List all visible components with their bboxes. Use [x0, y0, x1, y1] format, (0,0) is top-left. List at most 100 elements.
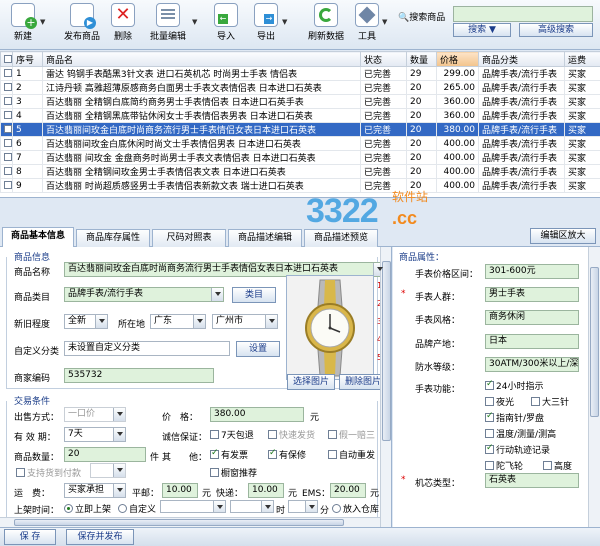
table-row[interactable]: 9 百达翡丽 时尚超质感竖男士手表情侣表新款文表 瑞士进口石英表 已完善 20 400.… — [0, 178, 600, 193]
table-row[interactable]: 6 百达翡丽间玫金白底休闲时尚文士手表情侣男表 日本进口石英表 已完善 20 400.0… — [0, 136, 600, 151]
set-cat-button[interactable]: 设置 — [236, 341, 280, 357]
listing-hour-select[interactable] — [230, 500, 274, 513]
search-input[interactable] — [453, 6, 593, 22]
tab-size-chart[interactable]: 尺码对照表 — [152, 229, 226, 247]
right-panel-scrollbar[interactable] — [588, 247, 600, 527]
table-row[interactable]: 4 百达翡丽 全精钢黑底带钻休闲女士手表情侣表男表 日本进口石英表 已完善 20 360… — [0, 108, 600, 123]
header-no[interactable]: 序号 — [12, 51, 43, 67]
func-checkbox[interactable]: 温度/测量/测高 — [485, 427, 556, 440]
tools-dropdown-icon[interactable]: ▼ — [382, 18, 387, 26]
invoice-checkbox[interactable]: 有发票 — [210, 448, 248, 461]
header-status[interactable]: 状态 — [360, 51, 407, 67]
qty-input[interactable]: 20 — [64, 447, 146, 462]
delete-button[interactable]: ✕ 删除 — [108, 3, 138, 42]
table-row[interactable]: 2 江诗丹顿 高雅超薄原感商务白面男士手表文表情侣表 日本进口石英表 已完善 20 26… — [0, 80, 600, 95]
seven-day-return-checkbox[interactable]: 7天包退 — [210, 428, 254, 441]
func-checkbox[interactable]: 高度 — [543, 459, 572, 472]
listing-warehouse-radio[interactable]: 放入仓库 — [332, 502, 379, 515]
tab-basic-info[interactable]: 商品基本信息 — [2, 227, 74, 248]
table-row[interactable]: 7 百达翡丽 间玫金 金盘商务时尚男士手表文表情侣表 日本进口石英表 已完善 20 40… — [0, 150, 600, 165]
cod-select[interactable] — [90, 463, 126, 478]
style-input[interactable]: 商务休闲 — [485, 310, 579, 325]
table-row[interactable]: 8 百达翡丽 全精钢间玫金男士手表情侣表文表 日本进口石英表 已完善 20 400.00… — [0, 164, 600, 179]
row-checkbox[interactable] — [0, 94, 13, 109]
price-range-input[interactable]: 301-600元 — [485, 264, 579, 279]
table-row[interactable]: 3 百达翡丽 全精钢白底简约商务男士手表情侣表 日本进口石英手表 已完善 20 360.… — [0, 94, 600, 109]
row-checkbox[interactable] — [0, 122, 13, 137]
func-checkbox[interactable]: 行动轨迹记录 — [485, 443, 550, 456]
warranty-checkbox[interactable]: 有保修 — [268, 448, 306, 461]
sale-type-select[interactable]: 一口价 — [64, 407, 126, 422]
fake-one-checkbox[interactable]: 假一赔三 — [328, 428, 375, 441]
batch-dropdown-icon[interactable]: ▼ — [192, 18, 197, 26]
category-select[interactable]: 品牌手表/流行手表 — [64, 287, 224, 302]
row-checkbox[interactable] — [0, 108, 13, 123]
header-shipping[interactable]: 运费 — [564, 51, 600, 67]
cell-price: 400.00 — [436, 150, 479, 165]
header-price[interactable]: 价格 — [436, 51, 479, 67]
header-checkbox[interactable] — [0, 51, 13, 67]
row-checkbox[interactable] — [0, 164, 13, 179]
select-image-button[interactable]: 选择图片 — [287, 374, 335, 390]
condition-select[interactable]: 全新 — [64, 314, 108, 329]
batch-edit-button[interactable]: 批量编辑 — [146, 3, 190, 42]
cod-checkbox[interactable]: 支持货到付款 — [16, 466, 81, 479]
fast-ship-checkbox[interactable]: 快速发货 — [268, 428, 315, 441]
custom-cat-input[interactable]: 未设置自定义分类 — [64, 341, 230, 356]
row-checkbox[interactable] — [0, 136, 13, 151]
refresh-button[interactable]: 刷新数据 — [304, 3, 348, 42]
product-photo[interactable] — [286, 275, 374, 380]
header-qty[interactable]: 数量 — [406, 51, 437, 67]
listing-custom-radio[interactable]: 自定义 — [118, 502, 156, 515]
freight-select[interactable]: 买家承担 — [64, 483, 126, 498]
func-checkbox[interactable]: 夜光 — [485, 395, 514, 408]
tab-stock-attrs[interactable]: 商品库存属性 — [76, 229, 150, 247]
header-name[interactable]: 商品名 — [42, 51, 361, 67]
tools-button[interactable]: 工具 — [354, 3, 380, 42]
func-checkbox[interactable]: 24小时指示 — [485, 379, 543, 392]
header-category[interactable]: 商品分类 — [478, 51, 565, 67]
showcase-checkbox[interactable]: 橱窗推荐 — [210, 466, 257, 479]
editor-zoom-button[interactable]: 编辑区放大 — [530, 228, 596, 244]
category-button[interactable]: 类目 — [232, 287, 276, 303]
import-button[interactable]: ← 导入 — [212, 3, 240, 42]
row-checkbox[interactable] — [0, 80, 13, 95]
advanced-search-button[interactable]: 高级搜索 — [519, 23, 593, 37]
save-button[interactable]: 保 存 — [4, 529, 56, 545]
listing-date-select[interactable] — [160, 500, 226, 513]
origin-input[interactable]: 日本 — [485, 334, 579, 349]
price-input[interactable]: 380.00 — [210, 407, 304, 422]
city-select[interactable]: 广州市 — [212, 314, 278, 329]
export-dropdown-icon[interactable]: ▼ — [282, 18, 287, 26]
save-publish-button[interactable]: 保存并发布 — [66, 529, 134, 545]
table-row[interactable]: 1 雷达 钨钢手表酷黑3针文表 进口石英机芯 时尚男士手表 情侣表 已完善 29 299… — [0, 66, 600, 81]
row-checkbox[interactable] — [0, 150, 13, 165]
auto-relist-checkbox[interactable]: 自动重发 — [328, 448, 375, 461]
validity-select[interactable]: 7天 — [64, 427, 126, 442]
merchant-code-input[interactable]: 535732 — [64, 368, 214, 383]
tab-desc-preview[interactable]: 商品描述预览 — [304, 229, 378, 247]
ems-input[interactable]: 20.00 — [330, 483, 366, 498]
listing-min-select[interactable] — [288, 500, 318, 513]
func-checkbox[interactable]: 陀飞轮 — [485, 459, 523, 472]
publish-button[interactable]: ▶ 发布商品 — [60, 3, 104, 42]
row-checkbox[interactable] — [0, 178, 13, 193]
left-panel-scrollbar[interactable] — [380, 247, 391, 527]
movement-input[interactable]: 石英表 — [485, 473, 579, 488]
export-button[interactable]: → 导出 — [252, 3, 280, 42]
new-button[interactable]: + 新建 — [6, 3, 40, 42]
func-checkbox[interactable]: 大三针 — [531, 395, 569, 408]
left-panel-hscrollbar[interactable] — [0, 517, 380, 527]
table-row[interactable]: 5 百达翡丽间玫金白底时尚商务流行男士手表情侣女表日本进口石英表 已完善 20 380.… — [0, 122, 600, 137]
row-checkbox[interactable] — [0, 66, 13, 81]
new-dropdown-icon[interactable]: ▼ — [40, 18, 45, 26]
listing-now-radio[interactable]: 立即上架 — [64, 502, 111, 515]
express-input[interactable]: 10.00 — [248, 483, 284, 498]
func-checkbox[interactable]: 指南针/罗盘 — [485, 411, 544, 424]
tab-desc-edit[interactable]: 商品描述编辑 — [228, 229, 302, 247]
province-select[interactable]: 广东 — [150, 314, 206, 329]
crowd-input[interactable]: 男士手表 — [485, 287, 579, 302]
mail-input[interactable]: 10.00 — [162, 483, 198, 498]
waterproof-input[interactable]: 30ATM/300米以上/深 — [485, 357, 579, 372]
search-button[interactable]: 搜索 ▼ — [453, 23, 511, 37]
